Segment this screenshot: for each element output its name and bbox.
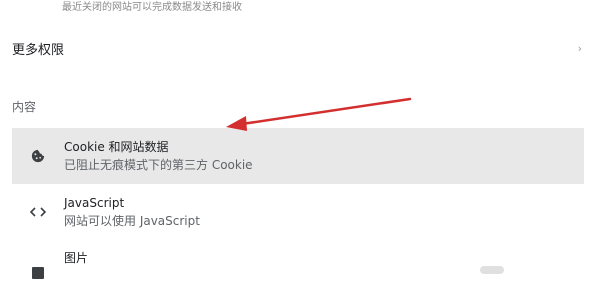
- images-title: 图片: [64, 251, 89, 265]
- code-icon: [12, 184, 64, 240]
- image-icon: [12, 240, 64, 280]
- javascript-title: JavaScript: [64, 196, 125, 210]
- content-section-heading: 内容: [12, 100, 37, 114]
- more-permissions-label: 更多权限: [12, 42, 65, 58]
- javascript-row[interactable]: JavaScript 网站可以使用 JavaScript: [12, 184, 584, 240]
- toggle-switch[interactable]: [480, 266, 504, 274]
- chevron-right-icon: ›: [577, 41, 582, 55]
- cookie-icon: [12, 128, 64, 184]
- javascript-subtitle: 网站可以使用 JavaScript: [64, 214, 200, 228]
- clipped-description: 最近关闭的网站可以完成数据发送和接收: [62, 2, 242, 12]
- cookies-site-data-row[interactable]: Cookie 和网站数据 已阻止无痕模式下的第三方 Cookie: [12, 128, 584, 184]
- more-permissions-row[interactable]: 更多权限 ›: [12, 34, 584, 62]
- cookies-title: Cookie 和网站数据: [64, 140, 169, 154]
- cookies-subtitle: 已阻止无痕模式下的第三方 Cookie: [64, 158, 253, 172]
